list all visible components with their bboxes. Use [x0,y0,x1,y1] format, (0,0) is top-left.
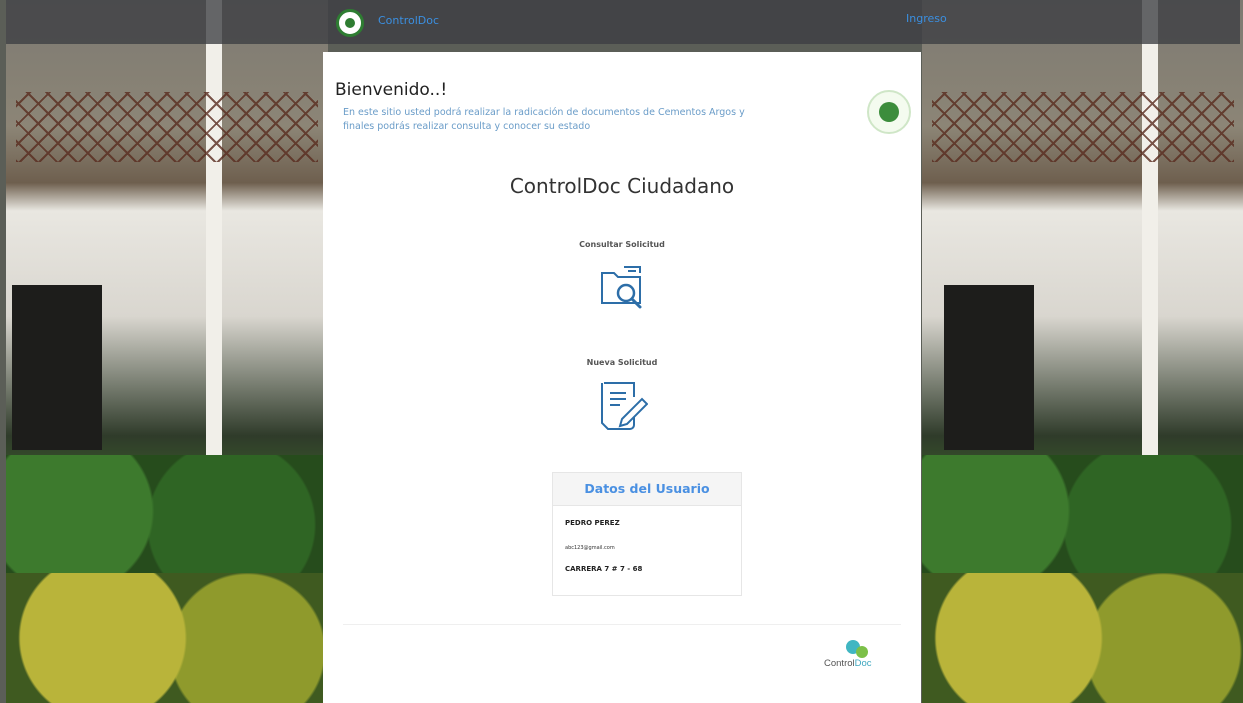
entity-seal-icon [867,90,911,134]
garden-shrubs [922,573,1243,703]
welcome-title: Bienvenido..! [335,80,448,100]
consult-request-label: Consultar Solicitud [579,240,665,249]
top-navbar: ControlDoc Ingreso [6,0,1240,44]
consult-request-button[interactable]: Consultar Solicitud [572,240,672,311]
user-address: CARRERA 7 # 7 - 68 [565,565,643,573]
new-request-label: Nueva Solicitud [586,358,658,367]
main-card: Bienvenido..! En este sitio usted podrá … [323,52,921,703]
controldoc-logo: ControlDoc [824,640,876,678]
balcony-railing [16,92,318,162]
balcony-railing [932,92,1234,162]
user-card-header: Datos del Usuario [553,473,741,506]
controldoc-logo-text: ControlDoc [824,658,872,669]
navbar-brand-link[interactable]: ControlDoc [378,14,439,27]
page-title: ControlDoc Ciudadano [509,174,735,198]
document-edit-icon [601,382,648,430]
new-request-button[interactable]: Nueva Solicitud [572,358,672,433]
entity-logo-icon[interactable] [336,9,364,37]
building-door [12,285,102,450]
logo-dot-icon [856,646,868,658]
welcome-intro-text: En este sitio usted podrá realizar la ra… [343,107,745,132]
logo-text-doc: Doc [854,658,872,669]
user-name: PEDRO PEREZ [565,519,620,527]
navbar-login-link[interactable]: Ingreso [906,12,947,25]
background-photo-right [922,0,1243,703]
building-door [944,285,1034,450]
garden-shrubs [6,573,328,703]
user-data-card: Datos del Usuario PEDRO PEREZ abc123@gma… [552,472,742,596]
building-column [1142,0,1158,460]
footer-divider [343,624,901,625]
logo-text-control: Control [824,658,855,669]
folder-search-icon [601,266,642,309]
background-photo-left [6,0,328,703]
user-email: abc123@gmail.com [565,545,615,551]
building-column [206,0,222,460]
